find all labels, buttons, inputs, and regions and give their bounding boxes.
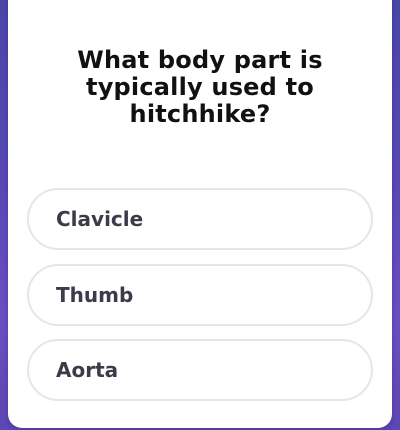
- answer-option-aorta[interactable]: Aorta: [27, 339, 373, 401]
- answer-label: Aorta: [56, 358, 119, 382]
- answer-label: Thumb: [56, 283, 134, 307]
- answer-label: Clavicle: [56, 207, 144, 231]
- question-line: typically used to: [86, 73, 314, 101]
- question-card: What body part is typically used to hitc…: [8, 0, 392, 428]
- question-text: What body part is typically used to hitc…: [8, 47, 392, 128]
- answer-option-thumb[interactable]: Thumb: [27, 264, 373, 326]
- answer-option-clavicle[interactable]: Clavicle: [27, 188, 373, 250]
- question-line: What body part is: [77, 46, 323, 74]
- question-line: hitchhike?: [129, 100, 271, 128]
